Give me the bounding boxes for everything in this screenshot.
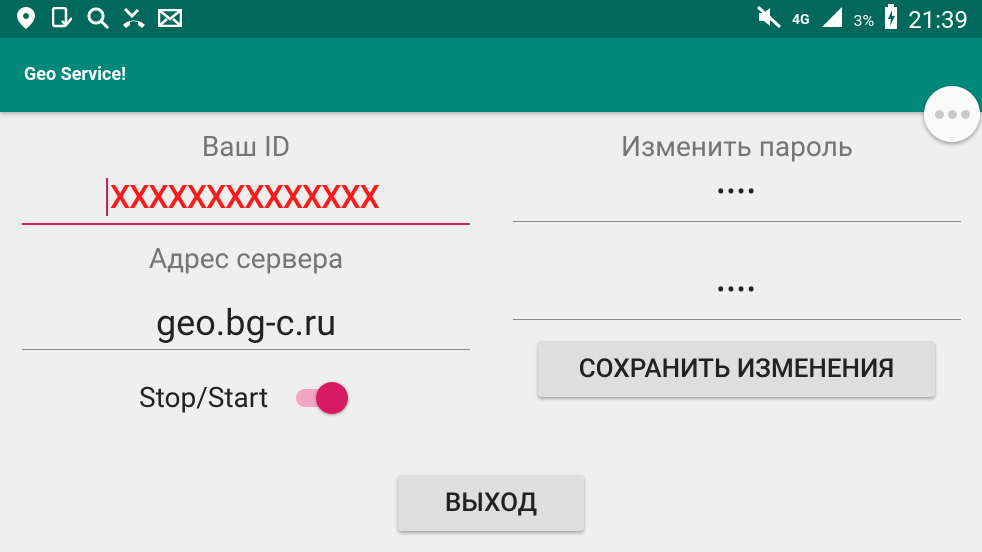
battery-charging-icon [884,4,898,36]
server-address-field[interactable]: geo.bg-c.ru [22,296,470,350]
battery-percent: 3% [853,10,875,30]
text-cursor [106,178,108,216]
network-type-label: 4G [791,12,810,28]
location-icon [14,6,38,30]
mail-icon [158,6,182,30]
password-label: Изменить пароль [621,130,853,163]
overflow-dot-icon [960,109,970,119]
new-password-field[interactable]: •••• [513,172,961,222]
confirm-password-field[interactable]: •••• [513,270,961,320]
new-password-underline [513,221,961,222]
switch-thumb [316,382,348,414]
signal-icon [820,5,844,35]
mute-icon [756,5,782,35]
stop-start-switch[interactable] [296,382,348,414]
id-field[interactable]: XXXXXXXXXXXXXX [22,172,470,225]
server-value: geo.bg-c.ru [155,302,337,344]
status-bar: 4G 3% 21:39 [0,0,982,38]
overflow-dot-icon [947,109,957,119]
app-bar: Geo Service! [0,38,982,112]
app-title: Geo Service! [24,64,127,85]
confirm-password-underline [513,319,961,320]
notification-icons [14,6,182,30]
save-changes-button[interactable]: СОХРАНИТЬ ИЗМЕНЕНИЯ [538,341,935,397]
server-underline [22,349,470,350]
missed-call-icon [122,6,146,30]
exit-button[interactable]: ВЫХОД [398,475,584,531]
id-label: Ваш ID [201,130,291,163]
toggle-label: Stop/Start [139,381,269,414]
id-value: XXXXXXXXXXXXXX [110,178,380,216]
search-icon [86,6,110,30]
new-password-value: •••• [716,178,758,206]
clock: 21:39 [908,6,968,34]
confirm-password-value: •••• [716,276,758,304]
id-underline [22,223,470,225]
overflow-dot-icon [934,109,944,119]
server-label: Адрес сервера [148,242,344,275]
sim-icon [50,6,74,30]
system-icons: 4G 3% 21:39 [756,4,968,36]
